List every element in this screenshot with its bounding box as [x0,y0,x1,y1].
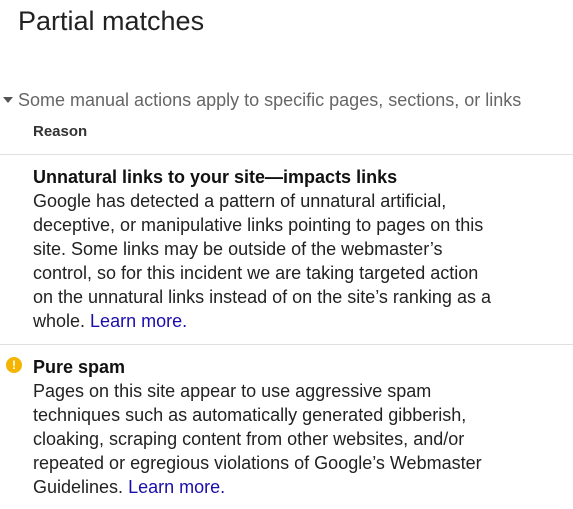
learn-more-link[interactable]: Learn more. [128,477,225,497]
row-divider [0,344,573,345]
section-toggle-label: Some manual actions apply to specific pa… [18,90,522,110]
action-title: Unnatural links to your site—impacts lin… [33,167,398,187]
expand-triangle-icon[interactable] [3,97,13,103]
manual-action-row: Unnatural links to your site—impacts lin… [33,165,503,333]
manual-actions-section-toggle[interactable]: Some manual actions apply to specific pa… [0,89,521,111]
action-description-text: Pages on this site appear to use aggress… [33,381,482,497]
action-description-text: Google has detected a pattern of unnatur… [33,191,491,331]
learn-more-link[interactable]: Learn more. [90,311,187,331]
warning-icon: ! [6,357,22,373]
action-description: Google has detected a pattern of unnatur… [33,189,503,333]
page-title: Partial matches [18,6,205,36]
manual-action-row: Pure spam Pages on this site appear to u… [33,355,503,499]
header-divider [0,154,573,155]
action-title: Pure spam [33,357,126,377]
action-description: Pages on this site appear to use aggress… [33,379,503,499]
reason-column-header: Reason [33,123,88,140]
